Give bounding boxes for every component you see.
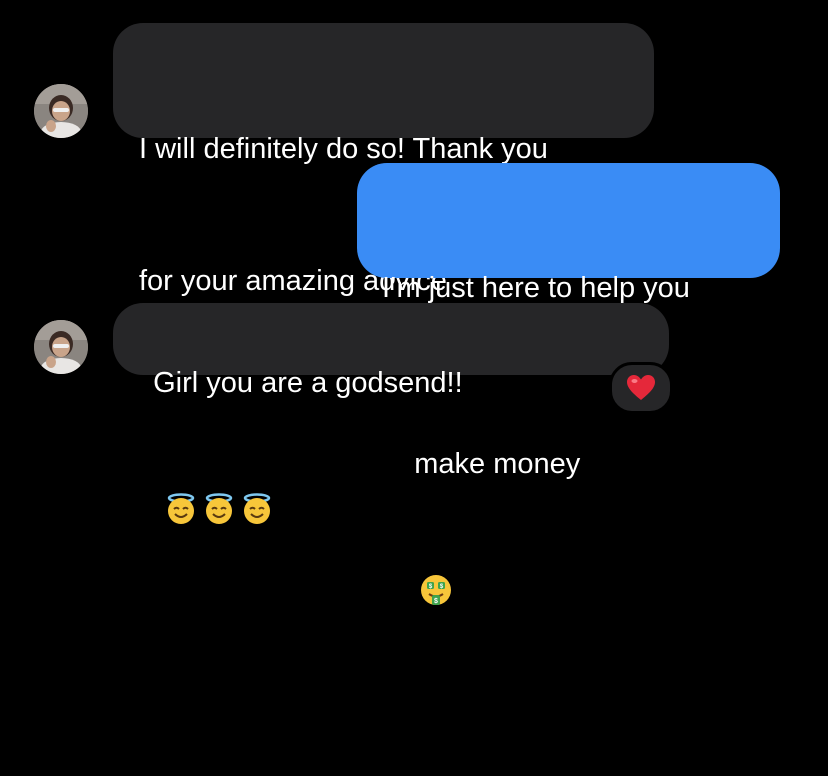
smiling-face-with-halo-icon (203, 405, 235, 524)
money-mouth-face-icon: $ $ $ (420, 486, 452, 605)
outgoing-message-bubble[interactable]: I’m just here to help you make money $ $… (357, 163, 780, 605)
contact-avatar[interactable] (34, 320, 88, 374)
incoming-message-bubble[interactable]: Girl you are a godsend!! (113, 303, 669, 524)
heart-reaction-badge[interactable] (609, 362, 673, 414)
svg-text:$: $ (434, 598, 438, 605)
message-text: make money (414, 448, 581, 480)
contact-avatar[interactable] (34, 84, 88, 138)
red-heart-icon (627, 375, 655, 400)
message-text: Girl you are a godsend!! (153, 367, 463, 399)
smiling-face-with-halo-icon (241, 405, 273, 524)
smiling-face-with-halo-icon (165, 405, 197, 524)
incoming-message-bubble[interactable]: I will definitely do so! Thank you for y… (113, 23, 654, 297)
message-text-line-with-emoji: make money $ $ $ (382, 398, 780, 732)
